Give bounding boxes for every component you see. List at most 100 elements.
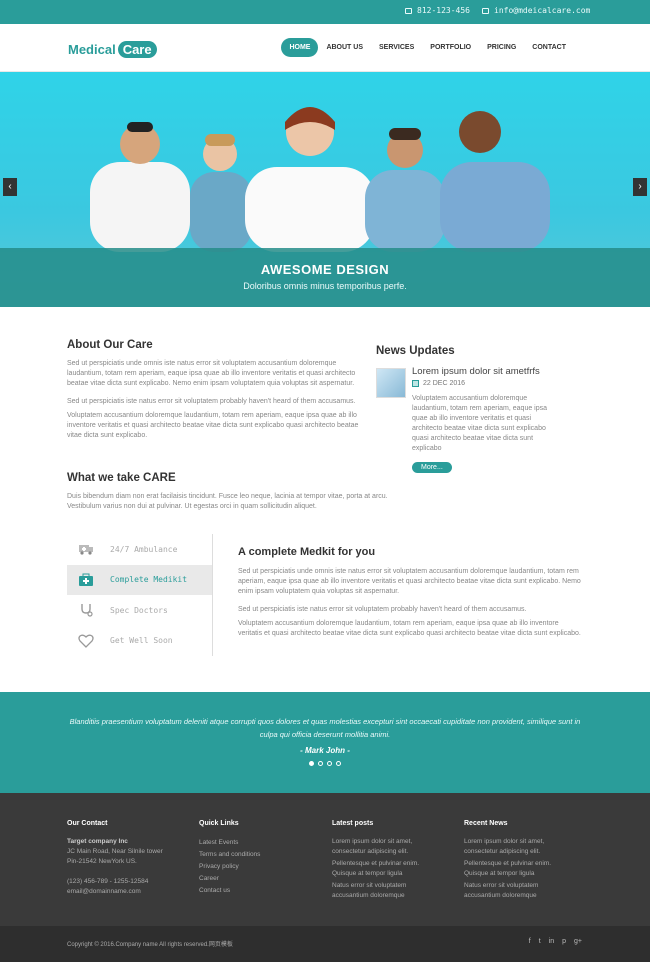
news-thumbnail[interactable] xyxy=(376,368,406,398)
about-section: About Our Care Sed ut perspiciatis unde … xyxy=(67,339,363,441)
phone-icon xyxy=(405,7,412,14)
logo-pill: Care xyxy=(117,41,157,58)
footer-post[interactable]: consectetur adipiscing elit. xyxy=(332,847,452,857)
testimonial-section: Blanditiis praesentium voluptatum deleni… xyxy=(0,692,650,793)
tab-doctors[interactable]: Spec Doctors xyxy=(67,595,213,626)
nav-services[interactable]: SERVICES xyxy=(371,38,422,57)
footer-phone: (123) 456-789 - 1255-12584 xyxy=(67,878,149,885)
medkit-title: A complete Medkit for you xyxy=(238,546,376,558)
footer-address-2: Pin-21542 NewYork US. xyxy=(67,858,137,865)
phone-text: 812-123-456 xyxy=(417,6,470,15)
pagination-dot[interactable] xyxy=(309,761,314,766)
testimonial-author: - Mark John - xyxy=(300,746,350,755)
about-title: About Our Care xyxy=(67,339,153,351)
email-contact[interactable]: info@mdeicalcare.com xyxy=(482,6,590,15)
news-title: News Updates xyxy=(376,345,455,357)
pagination-dot[interactable] xyxy=(336,761,341,766)
doctors-image xyxy=(90,107,550,252)
hero-subtitle: Doloribus omnis minus temporibus perfe. xyxy=(243,281,407,291)
footer-contact: Our Contact Target company Inc JC Main R… xyxy=(67,820,187,897)
medkit-paragraph-2: Sed ut perspiciatis iste natus error sit… xyxy=(238,606,527,613)
news-date: 22 DEC 2016 xyxy=(412,380,554,387)
stethoscope-icon xyxy=(77,603,95,617)
footer-quick-links: Quick Links Latest Events Terms and cond… xyxy=(199,820,319,897)
footer-link[interactable]: Contact us xyxy=(199,885,319,897)
footer-link[interactable]: Career xyxy=(199,873,319,885)
envelope-icon xyxy=(482,7,489,14)
site-header: Medical Care HOME ABOUT US SERVICES PORT… xyxy=(0,24,650,72)
twitter-icon[interactable]: t xyxy=(539,938,541,945)
pagination-dot[interactable] xyxy=(327,761,332,766)
medkit-paragraph-3: Voluptatem accusantium doloremque laudan… xyxy=(238,620,581,637)
footer-news[interactable]: Pellentesque et pulvinar enim. xyxy=(464,859,584,869)
footer-news[interactable]: Quisque at tempor ligula xyxy=(464,869,584,879)
news-more-button[interactable]: More... xyxy=(412,462,452,473)
main-nav: HOME ABOUT US SERVICES PORTFOLIO PRICING… xyxy=(281,38,574,57)
nav-about-us[interactable]: ABOUT US xyxy=(318,38,371,57)
footer-news[interactable]: accusantium doloremque xyxy=(464,891,584,901)
footer-post[interactable]: accusantium doloremque xyxy=(332,891,452,901)
tab-ambulance-label: 24/7 Ambulance xyxy=(110,544,178,554)
google-plus-icon[interactable]: g+ xyxy=(574,938,582,945)
care-title: What we take CARE xyxy=(67,472,176,484)
footer-link[interactable]: Latest Events xyxy=(199,837,319,849)
footer-company: Target company Inc xyxy=(67,838,128,845)
news-item-text: Voluptatem accusantium doloremque laudan… xyxy=(412,395,548,452)
testimonial-pagination xyxy=(0,761,650,766)
news-section: News Updates Lorem ipsum dolor sit ametf… xyxy=(376,345,556,473)
news-item: Lorem ipsum dolor sit ametfrfs 22 DEC 20… xyxy=(412,366,554,474)
nav-contact[interactable]: CONTACT xyxy=(524,38,574,57)
about-paragraph-3: Voluptatem accusantium doloremque laudan… xyxy=(67,412,359,439)
care-section: What we take CARE Duis bibendum diam non… xyxy=(67,472,407,512)
top-bar: 812-123-456 info@mdeicalcare.com xyxy=(0,0,650,24)
footer-news[interactable]: consectetur adipiscing elit. xyxy=(464,847,584,857)
tab-doctors-label: Spec Doctors xyxy=(110,605,168,615)
tab-get-well-label: Get Well Soon xyxy=(110,636,173,646)
heart-icon xyxy=(77,634,95,648)
footer-news[interactable]: Natus error sit voluptatem xyxy=(464,881,584,891)
footer-post[interactable]: Quisque at tempor ligula xyxy=(332,869,452,879)
nav-pricing[interactable]: PRICING xyxy=(479,38,524,57)
linkedin-icon[interactable]: in xyxy=(549,938,554,945)
hero-slider: ‹ › AWESOME DESIGN Doloribus omnis minus… xyxy=(0,72,650,307)
nav-home[interactable]: HOME xyxy=(281,38,319,57)
logo-text: Medical xyxy=(68,42,116,57)
footer-news[interactable]: Lorem ipsum dolor sit amet, xyxy=(464,837,584,847)
tab-medkit[interactable]: Complete Medikit xyxy=(67,564,213,595)
footer-post[interactable]: Lorem ipsum dolor sit amet, xyxy=(332,837,452,847)
tab-divider xyxy=(212,534,213,656)
medkit-paragraph-1: Sed ut perspiciatis unde omnis iste natu… xyxy=(238,568,581,595)
hero-caption: AWESOME DESIGN Doloribus omnis minus tem… xyxy=(0,248,650,307)
tab-get-well[interactable]: Get Well Soon xyxy=(67,626,213,657)
service-tabs: 24/7 Ambulance Complete Medikit Spec Doc… xyxy=(67,534,213,656)
logo[interactable]: Medical Care xyxy=(68,41,157,58)
footer-posts-title: Latest posts xyxy=(332,820,374,827)
footer-link[interactable]: Terms and conditions xyxy=(199,849,319,861)
social-links: f t in p g+ xyxy=(529,938,582,945)
slider-prev-button[interactable]: ‹ xyxy=(3,178,17,196)
facebook-icon[interactable]: f xyxy=(529,938,531,945)
tab-ambulance[interactable]: 24/7 Ambulance xyxy=(67,534,213,565)
footer-post[interactable]: Pellentesque et pulvinar enim. xyxy=(332,859,452,869)
footer-email[interactable]: email@domainname.com xyxy=(67,887,187,897)
care-text: Duis bibendum diam non erat facilaisis t… xyxy=(67,493,388,510)
medkit-panel: A complete Medkit for you Sed ut perspic… xyxy=(238,546,584,639)
nav-portfolio[interactable]: PORTFOLIO xyxy=(422,38,479,57)
email-text[interactable]: info@mdeicalcare.com xyxy=(494,6,590,15)
footer-latest-posts: Latest posts Lorem ipsum dolor sit amet,… xyxy=(332,820,452,901)
ambulance-icon xyxy=(77,542,95,556)
pagination-dot[interactable] xyxy=(318,761,323,766)
footer-links-title: Quick Links xyxy=(199,820,239,827)
news-date-text: 22 DEC 2016 xyxy=(423,380,466,387)
medkit-icon xyxy=(77,573,95,587)
slider-next-button[interactable]: › xyxy=(633,178,647,196)
footer-contact-title: Our Contact xyxy=(67,820,108,827)
calendar-icon xyxy=(412,380,419,387)
footer-address-1: JC Main Road, Near Silnile tower xyxy=(67,848,163,855)
news-item-title[interactable]: Lorem ipsum dolor sit ametfrfs xyxy=(412,366,554,377)
pinterest-icon[interactable]: p xyxy=(562,938,566,945)
site-footer: Our Contact Target company Inc JC Main R… xyxy=(0,793,650,926)
footer-post[interactable]: Natus error sit voluptatem xyxy=(332,881,452,891)
hero-title: AWESOME DESIGN xyxy=(260,262,390,277)
footer-link[interactable]: Privacy policy xyxy=(199,861,319,873)
